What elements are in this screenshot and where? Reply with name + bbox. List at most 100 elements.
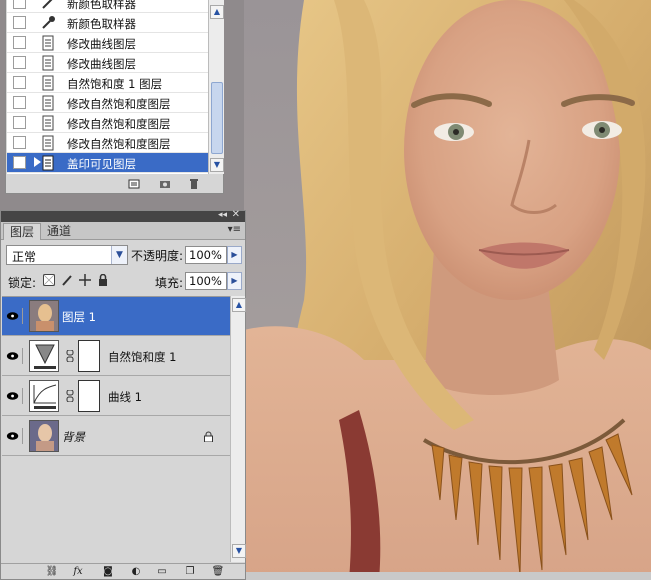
- history-list: 新颜色取样器 新颜色取样器 修改曲线图层 修改曲线图层 自然饱和度 1 图层 修…: [7, 0, 208, 174]
- history-item[interactable]: 自然饱和度 1 图层: [7, 73, 208, 93]
- panel-menu-icon[interactable]: ▾≡: [228, 224, 241, 235]
- new-document-from-state-icon[interactable]: [128, 178, 140, 190]
- history-source-checkbox[interactable]: [13, 156, 26, 169]
- scroll-up-button[interactable]: ▲: [210, 5, 224, 19]
- history-footer: [6, 175, 223, 193]
- history-source-checkbox[interactable]: [13, 136, 26, 149]
- document-icon: [42, 115, 54, 131]
- history-source-checkbox[interactable]: [13, 0, 26, 9]
- history-source-checkbox[interactable]: [13, 16, 26, 29]
- collapse-icon[interactable]: ◂◂: [218, 210, 227, 220]
- blend-mode-value: 正常: [12, 250, 37, 264]
- fill-field[interactable]: 100%: [185, 272, 227, 290]
- layer-mask-thumbnail[interactable]: [78, 340, 100, 372]
- history-panel: 新颜色取样器 新颜色取样器 修改曲线图层 修改曲线图层 自然饱和度 1 图层 修…: [5, 0, 224, 194]
- panel-titlebar[interactable]: ◂◂ ✕: [1, 209, 245, 222]
- chain-link-icon[interactable]: [66, 390, 74, 402]
- layer-name[interactable]: 曲线 1: [108, 389, 142, 405]
- layer-row[interactable]: 自然饱和度 1: [2, 337, 230, 376]
- trash-icon[interactable]: [188, 178, 200, 190]
- history-source-checkbox[interactable]: [13, 116, 26, 129]
- layer-name[interactable]: 自然饱和度 1: [108, 349, 176, 365]
- vibrance-adjustment-icon: [29, 340, 59, 372]
- lock-all-icon[interactable]: [97, 274, 109, 286]
- history-item-label: 修改自然饱和度图层: [67, 117, 171, 131]
- curves-adjustment-icon: [29, 380, 59, 412]
- new-layer-icon[interactable]: ❐: [183, 566, 197, 578]
- opacity-label: 不透明度:: [131, 249, 184, 263]
- tab-channels[interactable]: 通道: [41, 223, 77, 240]
- document-icon: [42, 135, 54, 151]
- layers-panel: ◂◂ ✕ 图层 通道 ▾≡ 正常 ▼ 不透明度: 100% ▶ 锁定: 填充: …: [0, 209, 246, 580]
- history-source-checkbox[interactable]: [13, 96, 26, 109]
- chevron-down-icon[interactable]: ▼: [111, 246, 127, 264]
- trash-icon[interactable]: 🗑: [211, 566, 225, 578]
- lock-icon: [204, 431, 213, 442]
- history-item-label: 盖印可见图层: [67, 157, 136, 171]
- history-item[interactable]: 修改自然饱和度图层: [7, 93, 208, 113]
- history-source-checkbox[interactable]: [13, 36, 26, 49]
- eyedropper-icon: [42, 16, 55, 29]
- layer-row[interactable]: 背景: [2, 417, 230, 456]
- fill-arrow-button[interactable]: ▶: [227, 272, 242, 290]
- layers-scrollbar[interactable]: ▲ ▼: [230, 296, 246, 562]
- group-icon[interactable]: ▭: [155, 566, 169, 578]
- history-item-label: 新颜色取样器: [67, 0, 136, 11]
- history-source-checkbox[interactable]: [13, 56, 26, 69]
- history-item[interactable]: 修改曲线图层: [7, 53, 208, 73]
- layer-mask-thumbnail[interactable]: [78, 380, 100, 412]
- document-icon: [42, 55, 54, 71]
- opacity-arrow-button[interactable]: ▶: [227, 246, 242, 264]
- opacity-field[interactable]: 100%: [185, 246, 227, 264]
- history-item[interactable]: 修改自然饱和度图层: [7, 133, 208, 153]
- scroll-up-button[interactable]: ▲: [232, 298, 246, 312]
- history-item-label: 修改自然饱和度图层: [67, 137, 171, 151]
- lock-label: 锁定:: [8, 276, 37, 290]
- document-icon: [42, 95, 54, 111]
- layers-list: 图层 1 自然饱和度 1 曲线 1 背景: [2, 296, 230, 562]
- eye-icon[interactable]: [5, 388, 23, 404]
- history-scrollbar[interactable]: ▲ ▼: [208, 0, 224, 174]
- lock-position-move-icon[interactable]: [79, 274, 91, 286]
- history-source-checkbox[interactable]: [13, 76, 26, 89]
- history-item-label: 自然饱和度 1 图层: [67, 77, 163, 91]
- link-icon[interactable]: ⛓: [45, 566, 59, 578]
- history-item[interactable]: 新颜色取样器: [7, 0, 208, 13]
- history-item[interactable]: 新颜色取样器: [7, 13, 208, 33]
- scroll-thumb[interactable]: [211, 82, 223, 154]
- history-item[interactable]: 修改自然饱和度图层: [7, 113, 208, 133]
- scroll-down-button[interactable]: ▼: [232, 544, 246, 558]
- camera-icon[interactable]: [159, 178, 171, 190]
- layer-name[interactable]: 背景: [62, 429, 85, 445]
- portrait-image: [244, 0, 651, 580]
- adjustment-icon[interactable]: ◐: [129, 566, 143, 578]
- eye-icon[interactable]: [5, 308, 23, 324]
- lock-transparency-icon[interactable]: [43, 274, 55, 286]
- eye-icon[interactable]: [5, 428, 23, 444]
- history-item-label: 修改曲线图层: [67, 37, 136, 51]
- history-item-label: 修改曲线图层: [67, 57, 136, 71]
- layer-name[interactable]: 图层 1: [62, 309, 96, 325]
- fx-icon[interactable]: fx: [71, 566, 85, 578]
- fill-label: 填充:: [155, 276, 184, 290]
- close-icon[interactable]: ✕: [232, 209, 240, 220]
- eye-icon[interactable]: [5, 348, 23, 364]
- tab-layers[interactable]: 图层: [3, 223, 42, 240]
- chain-link-icon[interactable]: [66, 350, 74, 362]
- history-item-selected[interactable]: 盖印可见图层: [7, 153, 208, 173]
- eyedropper-icon: [42, 0, 53, 9]
- layer-row[interactable]: 图层 1: [2, 297, 230, 336]
- layer-thumbnail: [29, 300, 59, 332]
- blend-mode-select[interactable]: 正常 ▼: [6, 245, 128, 265]
- panel-tabs: 图层 通道 ▾≡: [1, 222, 245, 240]
- history-item[interactable]: 修改曲线图层: [7, 33, 208, 53]
- scroll-down-button[interactable]: ▼: [210, 158, 224, 172]
- history-item-label: 新颜色取样器: [67, 17, 136, 31]
- document-icon: [42, 155, 54, 171]
- lock-pixels-brush-icon[interactable]: [61, 274, 73, 286]
- mask-icon[interactable]: ◙: [101, 566, 115, 578]
- layer-thumbnail: [29, 420, 59, 452]
- layer-row[interactable]: 曲线 1: [2, 377, 230, 416]
- blend-row: 正常 ▼ 不透明度: 100% ▶: [1, 243, 245, 267]
- canvas-photo[interactable]: [244, 0, 651, 580]
